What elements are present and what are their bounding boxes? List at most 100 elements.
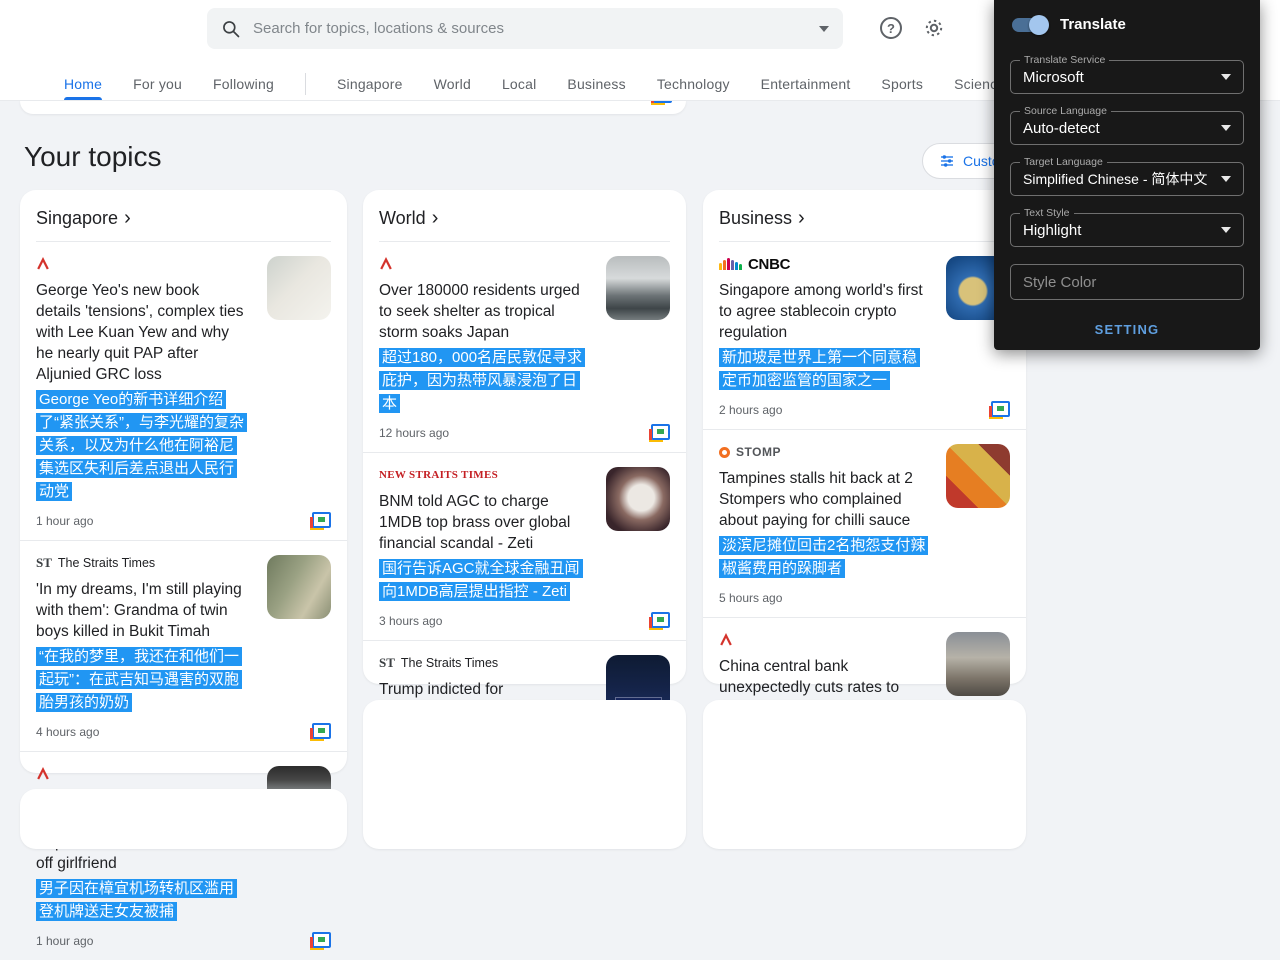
translate-toggle[interactable] <box>1012 18 1046 32</box>
help-icon[interactable]: ? <box>879 16 903 40</box>
tab-divider <box>305 73 306 95</box>
tab-following[interactable]: Following <box>213 68 274 100</box>
article-title[interactable]: George Yeo's new book details 'tensions'… <box>36 280 247 385</box>
field-label: Source Language <box>1020 105 1111 117</box>
next-card-business <box>703 700 1026 849</box>
full-coverage-icon[interactable] <box>310 512 331 530</box>
next-card-singapore <box>20 789 347 849</box>
field-value: Auto-detect <box>1023 120 1221 137</box>
new-straits-times-logo: New Straits Times <box>379 469 498 481</box>
article-thumbnail[interactable] <box>267 555 331 619</box>
search-dropdown-caret-icon[interactable] <box>819 26 829 32</box>
tab-local[interactable]: Local <box>502 68 536 100</box>
full-coverage-icon[interactable] <box>649 612 670 630</box>
article-timestamp: 4 hours ago <box>36 725 99 739</box>
target-language-select[interactable]: Target Language Simplified Chinese - 简体中… <box>1010 162 1244 196</box>
translated-text: “在我的梦里，我还在和他们一起玩”：在武吉知马遇害的双胞胎男孩的奶奶 <box>36 647 242 712</box>
search-icon <box>221 19 241 39</box>
google-news-page: Search for topics, locations & sources ?… <box>0 0 1280 800</box>
article-title[interactable]: Over 180000 residents urged to seek shel… <box>379 280 586 343</box>
field-value: Highlight <box>1023 222 1221 239</box>
chevron-right-icon: › <box>432 211 439 225</box>
cna-logo-icon <box>36 257 50 271</box>
cnbc-logo: CNBC <box>748 256 790 273</box>
tab-singapore[interactable]: Singapore <box>337 68 403 100</box>
stomp-logo-icon <box>719 447 730 458</box>
article-timestamp: 2 hours ago <box>719 403 782 417</box>
chevron-right-icon: › <box>798 211 805 225</box>
field-label: Translate Service <box>1020 54 1109 66</box>
article-timestamp: 1 hour ago <box>36 514 93 528</box>
panel-title: Translate <box>1060 16 1126 33</box>
field-label: Text Style <box>1020 207 1074 219</box>
full-coverage-icon[interactable] <box>989 401 1010 419</box>
article-thumbnail[interactable] <box>606 467 670 531</box>
topic-card-business: Business › CNBC Singapore among world's … <box>703 190 1026 684</box>
cna-logo-icon <box>379 257 393 271</box>
article-title[interactable]: 'In my dreams, I'm still playing with th… <box>36 579 247 642</box>
chevron-right-icon: › <box>124 211 131 225</box>
article: ST The Straits Times 'In my dreams, I'm … <box>20 540 347 751</box>
translated-text: 男子因在樟宜机场转机区滥用登机牌送走女友被捕 <box>36 879 237 921</box>
column-title-singapore[interactable]: Singapore › <box>20 190 347 241</box>
column-title-world[interactable]: World › <box>363 190 686 241</box>
article-title[interactable]: Singapore among world's first to agree s… <box>719 280 926 343</box>
article-thumbnail[interactable] <box>946 444 1010 508</box>
article: New Straits Times BNM told AGC to charge… <box>363 452 686 640</box>
text-style-select[interactable]: Text Style Highlight <box>1010 213 1244 247</box>
scrolled-card-remnant <box>20 101 686 114</box>
search-input[interactable]: Search for topics, locations & sources <box>207 8 843 49</box>
article-thumbnail[interactable] <box>267 256 331 320</box>
translate-extension-panel: Translate Translate Service Microsoft So… <box>994 0 1260 350</box>
next-card-world <box>363 700 686 849</box>
article-timestamp: 5 hours ago <box>719 591 782 605</box>
article: Over 180000 residents urged to seek shel… <box>363 242 686 452</box>
article: George Yeo's new book details 'tensions'… <box>20 242 347 540</box>
article-timestamp: 1 hour ago <box>36 934 93 948</box>
svg-text:?: ? <box>887 21 895 36</box>
sliders-icon <box>939 153 955 169</box>
full-coverage-icon[interactable] <box>310 723 331 741</box>
topic-card-singapore: Singapore › George Yeo's new book detail… <box>20 190 347 773</box>
article-title[interactable]: BNM told AGC to charge 1MDB top brass ov… <box>379 491 586 554</box>
setting-link[interactable]: SETTING <box>994 322 1260 337</box>
article-thumbnail[interactable] <box>946 632 1010 696</box>
tab-home[interactable]: Home <box>64 68 102 100</box>
translated-text: George Yeo的新书详细介绍了“紧张关系”，与李光耀的复杂关系，以及为什么… <box>36 390 247 501</box>
source-name: The Straits Times <box>58 556 155 570</box>
settings-gear-icon[interactable] <box>922 16 946 40</box>
search-placeholder: Search for topics, locations & sources <box>253 20 819 37</box>
style-color-input[interactable] <box>1010 264 1244 300</box>
nav-tabs: Home For you Following Singapore World L… <box>64 68 1078 100</box>
field-value: Simplified Chinese - 简体中文 <box>1023 169 1221 189</box>
field-value: Microsoft <box>1023 69 1221 86</box>
full-coverage-icon[interactable] <box>310 932 331 950</box>
translate-service-select[interactable]: Translate Service Microsoft <box>1010 60 1244 94</box>
straits-times-logo-icon: ST <box>36 555 52 571</box>
dropdown-caret-icon <box>1221 74 1231 80</box>
article-timestamp: 12 hours ago <box>379 426 449 440</box>
article-thumbnail[interactable] <box>606 256 670 320</box>
tab-sports[interactable]: Sports <box>881 68 923 100</box>
article: STOMP Tampines stalls hit back at 2 Stom… <box>703 429 1026 617</box>
translated-text: 国行告诉AGC就全球金融丑闻向1MDB高层提出指控 - Zeti <box>379 559 583 601</box>
toggle-knob-icon <box>1029 15 1049 35</box>
article-title[interactable]: Tampines stalls hit back at 2 Stompers w… <box>719 468 926 531</box>
cnbc-peacock-icon <box>719 258 742 270</box>
field-label: Target Language <box>1020 156 1107 168</box>
full-coverage-icon <box>651 101 672 105</box>
column-title-text: World <box>379 208 426 229</box>
full-coverage-icon[interactable] <box>649 424 670 442</box>
cna-logo-icon <box>36 767 50 781</box>
article-timestamp: 3 hours ago <box>379 614 442 628</box>
column-title-text: Singapore <box>36 208 118 229</box>
topic-card-world: World › Over 180000 residents urged to s… <box>363 190 686 684</box>
tab-for-you[interactable]: For you <box>133 68 182 100</box>
source-language-select[interactable]: Source Language Auto-detect <box>1010 111 1244 145</box>
tab-entertainment[interactable]: Entertainment <box>761 68 851 100</box>
tab-business[interactable]: Business <box>567 68 625 100</box>
column-title-business[interactable]: Business › <box>703 190 1026 241</box>
translated-text: 新加坡是世界上第一个同意稳定币加密监管的国家之一 <box>719 348 920 390</box>
tab-technology[interactable]: Technology <box>657 68 730 100</box>
tab-world[interactable]: World <box>434 68 471 100</box>
